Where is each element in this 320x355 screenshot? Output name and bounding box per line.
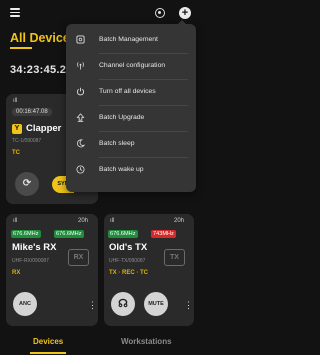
menu-icon[interactable] xyxy=(10,8,20,17)
menu-item-label: Channel configuration xyxy=(99,62,166,69)
device-id: TC-1/090087 xyxy=(12,138,42,144)
frequency-badge: 676.6MHz xyxy=(54,230,84,238)
signal-icon: ıll xyxy=(110,218,115,224)
menu-item-batch-management[interactable]: Batch Management xyxy=(66,28,196,54)
upgrade-icon xyxy=(76,113,85,122)
device-mode: TX · REC · TC xyxy=(109,270,148,276)
more-options-icon[interactable]: ⋮ xyxy=(184,300,193,311)
device-card-olds-tx[interactable]: ıll 20h 676.6MHz 743MHz Old's TX UHF-TX/… xyxy=(104,214,194,326)
channel-badge: RX xyxy=(68,249,89,266)
battery-level: 20h xyxy=(174,218,185,224)
frequency-badge: 676.6MHz xyxy=(108,230,138,238)
menu-item-label: Batch sleep xyxy=(99,140,135,147)
signal-icon: ıll xyxy=(13,98,18,104)
device-id: UHF-RX/090087 xyxy=(12,258,49,264)
mute-button[interactable]: MUTE xyxy=(144,292,168,316)
batch-actions-menu: Batch Management Channel configuration T… xyxy=(66,20,196,192)
device-name: Clapper xyxy=(26,123,62,134)
batch-management-icon xyxy=(76,35,85,44)
menu-item-label: Batch Upgrade xyxy=(99,114,145,121)
tab-devices[interactable]: Devices xyxy=(33,337,63,346)
device-card-mikes-rx[interactable]: ıll 20h 676.6MHz 676.6MHz Mike's RX UHF-… xyxy=(6,214,98,326)
menu-item-turn-off-all[interactable]: Turn off all devices xyxy=(66,80,196,106)
active-tab-indicator xyxy=(30,352,66,354)
device-mode: TC xyxy=(12,150,20,156)
menu-item-batch-upgrade[interactable]: Batch Upgrade xyxy=(66,106,196,132)
antenna-icon xyxy=(77,62,84,70)
anc-button[interactable]: ANC xyxy=(13,292,37,316)
menu-item-label: Turn off all devices xyxy=(99,88,156,95)
title-underline xyxy=(10,47,32,49)
channel-badge: TX xyxy=(164,249,185,266)
tab-workstations[interactable]: Workstations xyxy=(121,337,172,346)
frequency-badge: 743MHz xyxy=(151,230,176,238)
menu-item-batch-wake-up[interactable]: Batch wake up xyxy=(66,158,196,184)
wake-icon xyxy=(76,165,85,174)
battery-level: 20h xyxy=(78,218,89,224)
menu-item-label: Batch wake up xyxy=(99,166,144,173)
device-name: Old's TX xyxy=(109,242,148,253)
timecode-chip: 00:16:47.08 xyxy=(12,108,52,116)
master-clock: 34:23:45.2 xyxy=(10,64,67,76)
power-icon xyxy=(76,87,85,96)
signal-icon: ıll xyxy=(13,218,18,224)
device-name: Mike's RX xyxy=(12,242,57,253)
device-id: UHF-TX/090087 xyxy=(109,258,146,264)
gear-icon[interactable] xyxy=(155,8,165,18)
more-options-icon[interactable]: ⋮ xyxy=(88,300,97,311)
menu-item-channel-configuration[interactable]: Channel configuration xyxy=(66,54,196,80)
add-icon[interactable]: + xyxy=(179,7,191,19)
headphone-icon[interactable]: ☊ xyxy=(111,292,135,316)
device-mode: RX xyxy=(12,270,21,276)
top-bar: + xyxy=(0,0,200,26)
sync-icon[interactable]: ⟳ xyxy=(15,172,39,196)
tc-badge-icon: Y xyxy=(12,124,22,134)
frequency-badge: 676.6MHz xyxy=(11,230,41,238)
menu-item-label: Batch Management xyxy=(99,36,158,43)
menu-item-batch-sleep[interactable]: Batch sleep xyxy=(66,132,196,158)
sleep-icon xyxy=(77,139,85,148)
